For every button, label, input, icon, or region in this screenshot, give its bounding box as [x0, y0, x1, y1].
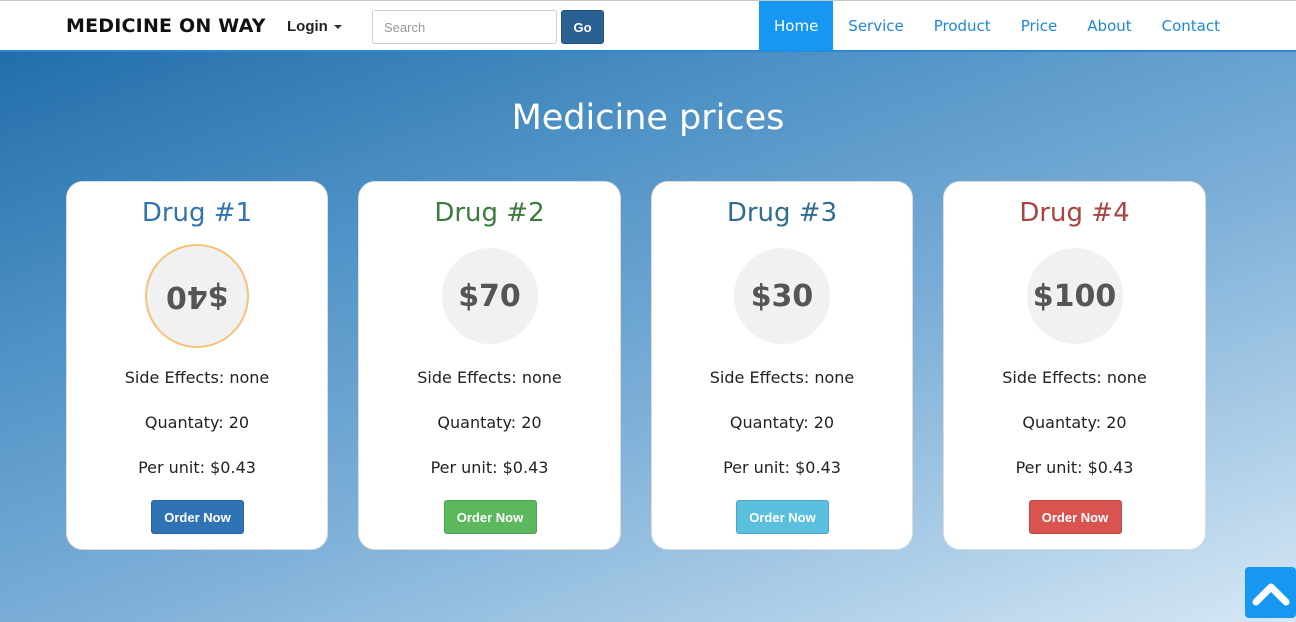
nav-home[interactable]: Home [759, 1, 834, 51]
login-label: Login [287, 18, 328, 35]
price-value: $30 [750, 278, 814, 314]
chevron-up-icon [1252, 583, 1289, 605]
price-card-drug-4: Drug #4 $100 Side Effects: none Quantaty… [943, 181, 1206, 550]
quantity-text: Quantaty: 20 [729, 413, 835, 432]
caret-down-icon [333, 25, 342, 30]
per-unit-text: Per unit: $0.43 [1015, 458, 1134, 477]
card-title: Drug #1 [141, 198, 253, 228]
side-effects-text: Side Effects: none [417, 368, 562, 387]
search-input[interactable] [372, 10, 557, 44]
order-now-button[interactable]: Order Now [1028, 500, 1122, 534]
price-circle: $40 [145, 244, 249, 348]
quantity-text: Quantaty: 20 [144, 413, 250, 432]
go-button[interactable]: Go [561, 10, 604, 44]
nav-product[interactable]: Product [919, 1, 1006, 51]
side-effects-text: Side Effects: none [709, 368, 855, 387]
order-now-button[interactable]: Order Now [151, 500, 244, 534]
quantity-text: Quantaty: 20 [437, 413, 542, 432]
brand-logo[interactable]: MEDICINE ON WAY [66, 15, 266, 37]
per-unit-text: Per unit: $0.43 [430, 458, 549, 477]
nav-about[interactable]: About [1072, 1, 1146, 51]
price-value: $100 [1032, 278, 1117, 314]
price-card-drug-2: Drug #2 $70 Side Effects: none Quantaty:… [358, 181, 621, 550]
page-title: Medicine prices [511, 98, 785, 138]
price-card-drug-3: Drug #3 $30 Side Effects: none Quantaty:… [651, 181, 913, 550]
login-dropdown[interactable]: Login [287, 18, 342, 35]
nav-price[interactable]: Price [1006, 1, 1073, 51]
card-title: Drug #2 [434, 198, 545, 228]
quantity-text: Quantaty: 20 [1022, 413, 1127, 432]
order-now-button[interactable]: Order Now [736, 500, 829, 534]
card-title: Drug #3 [726, 198, 838, 228]
per-unit-text: Per unit: $0.43 [723, 458, 841, 477]
side-effects-text: Side Effects: none [124, 368, 270, 387]
nav-service[interactable]: Service [833, 1, 918, 51]
side-effects-text: Side Effects: none [1002, 368, 1147, 387]
price-circle: $30 [734, 248, 830, 344]
per-unit-text: Per unit: $0.43 [138, 458, 256, 477]
price-value: $70 [458, 278, 521, 314]
price-value: $40 [165, 278, 229, 314]
price-circle: $70 [441, 248, 538, 344]
top-navbar: MEDICINE ON WAY Login Go Home Service Pr… [0, 0, 1296, 52]
price-card-drug-1: Drug #1 $40 Side Effects: none Quantaty:… [66, 181, 328, 550]
nav-links: Home Service Product Price About Contact [759, 1, 1235, 51]
price-circle: $100 [1026, 248, 1123, 344]
order-now-button[interactable]: Order Now [443, 500, 537, 534]
nav-contact[interactable]: Contact [1147, 1, 1235, 51]
card-title: Drug #4 [1019, 198, 1130, 228]
scroll-to-top-button[interactable] [1245, 567, 1296, 618]
